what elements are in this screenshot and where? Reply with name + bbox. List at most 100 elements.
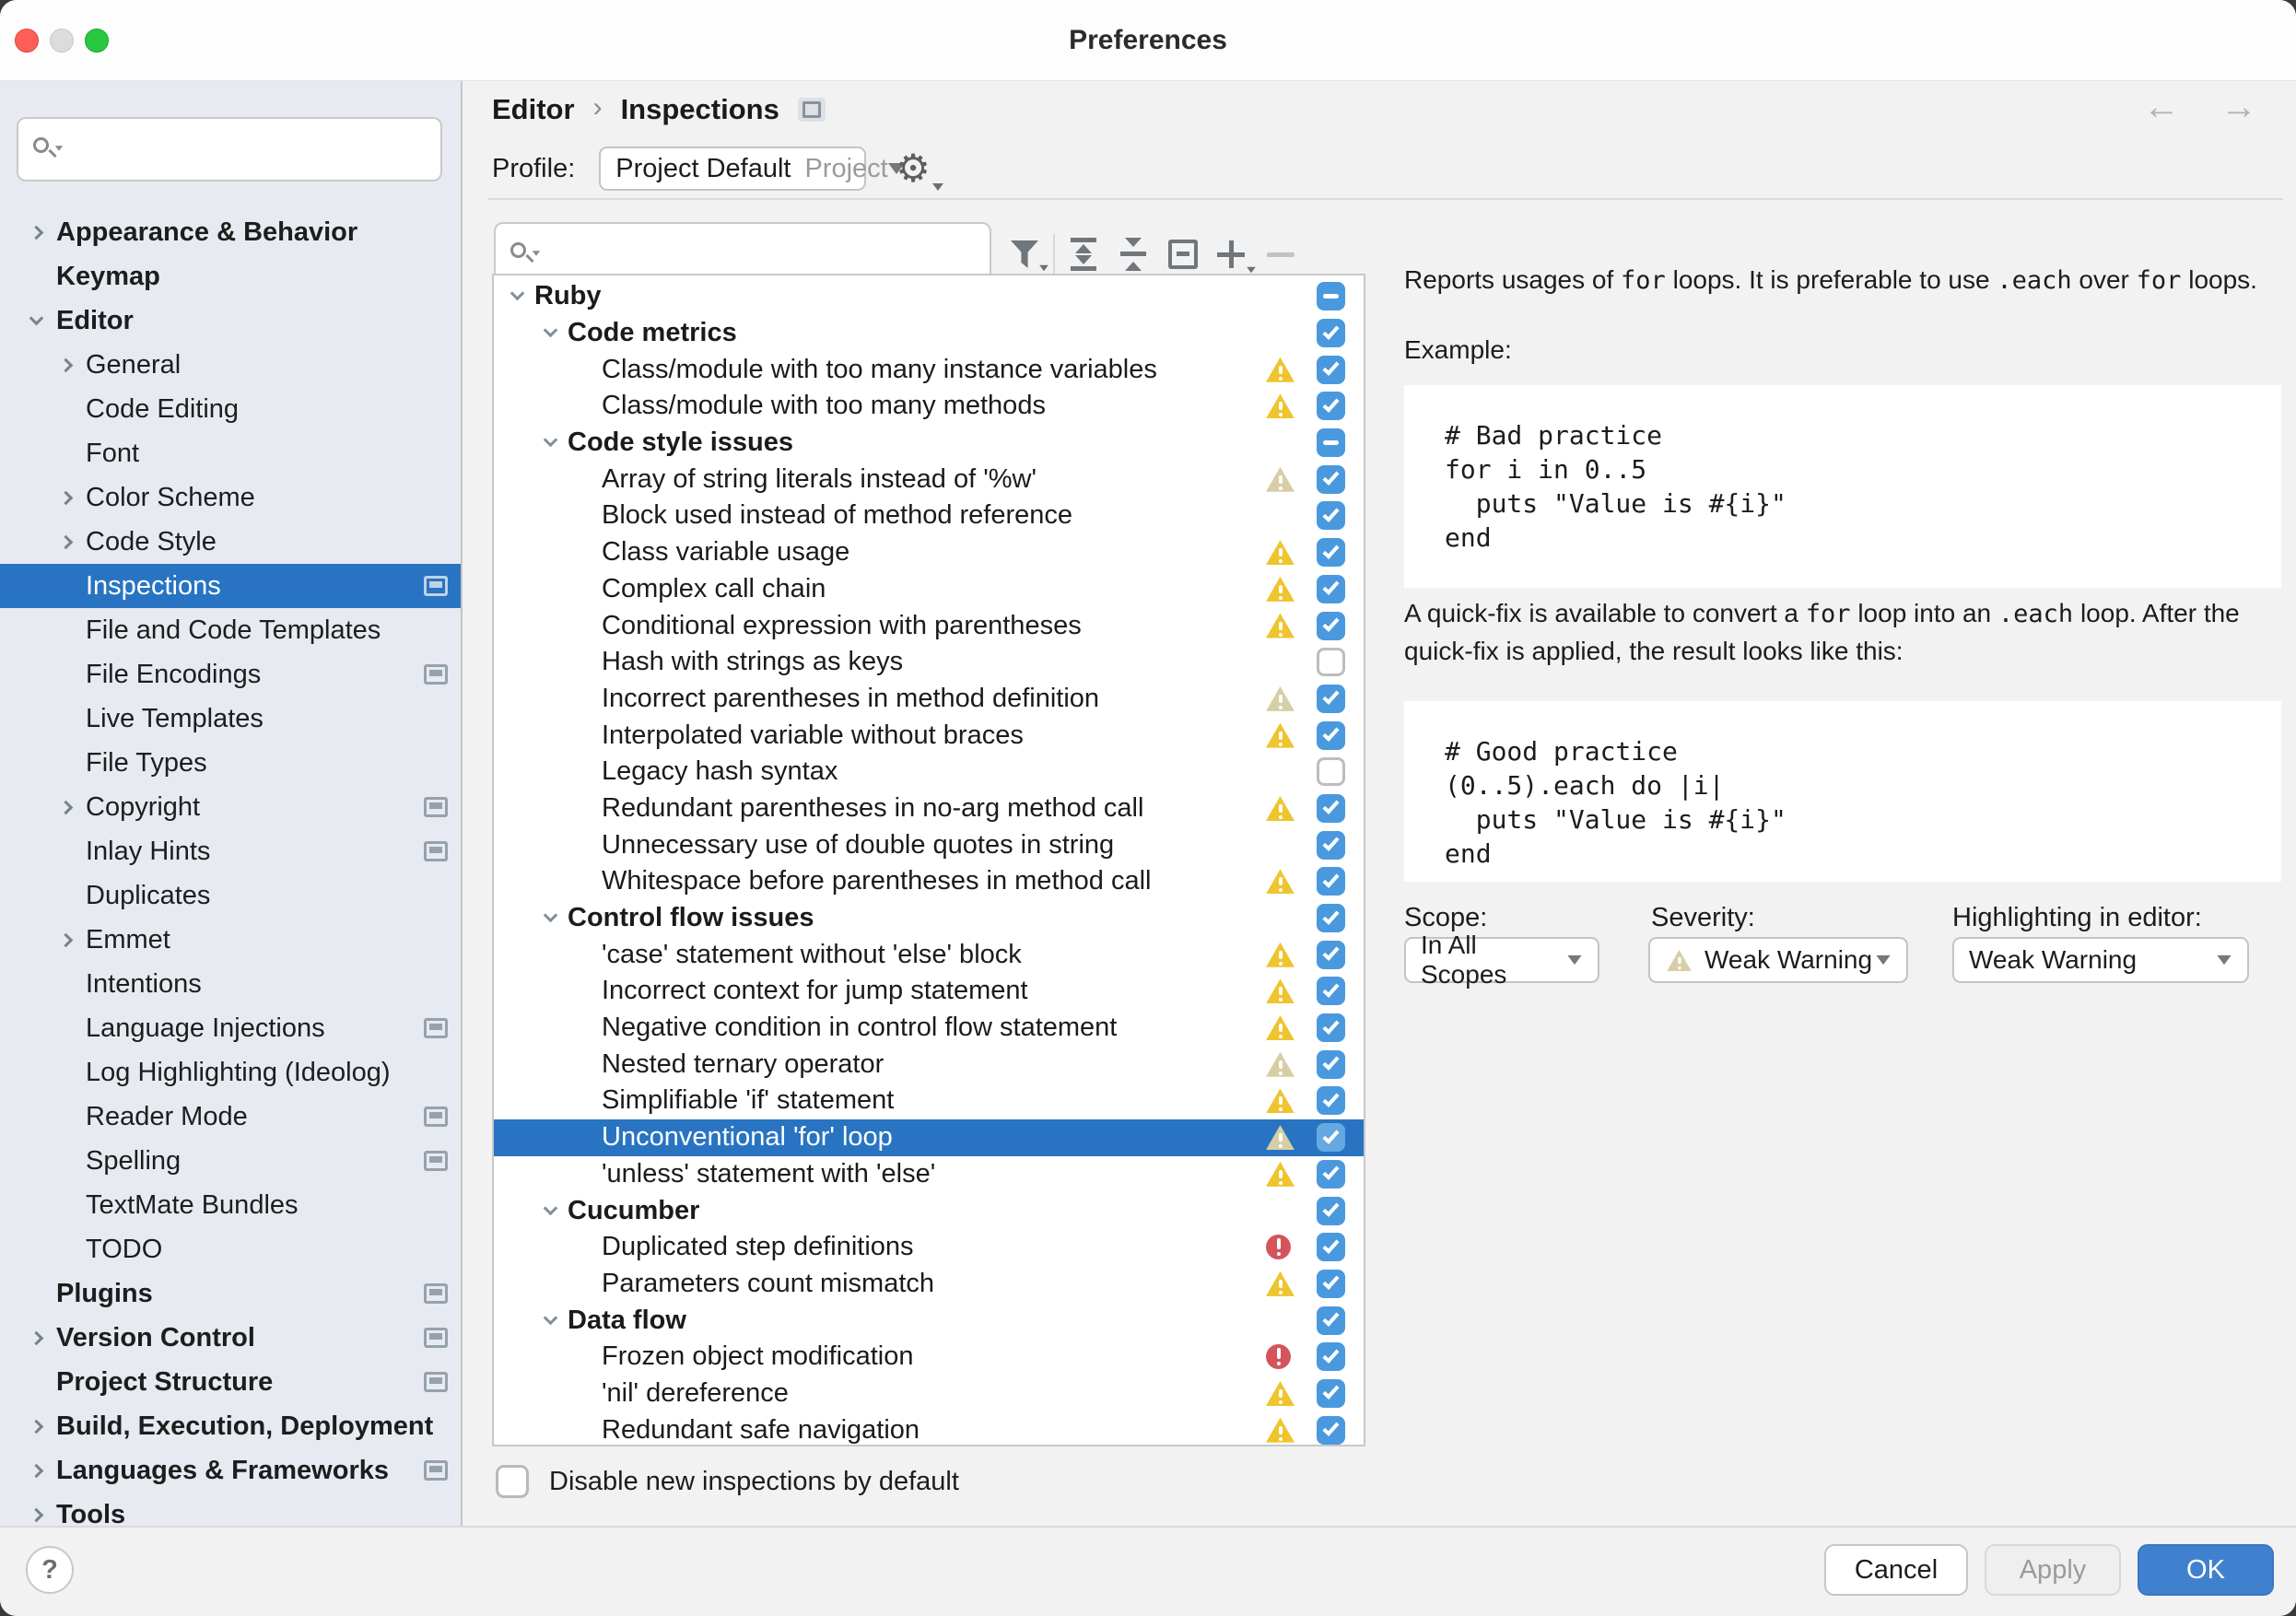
sidebar-item[interactable]: Log Highlighting (Ideolog)	[0, 1050, 461, 1095]
inspection-checkbox[interactable]	[1317, 356, 1345, 384]
inspection-row[interactable]: Unnecessary use of double quotes in stri…	[494, 826, 1364, 863]
inspection-checkbox[interactable]	[1317, 1233, 1345, 1261]
sidebar-item[interactable]: Languages & Frameworks	[0, 1448, 461, 1493]
sidebar-item[interactable]: Inlay Hints	[0, 829, 461, 873]
disable-new-inspections-checkbox[interactable]	[496, 1465, 529, 1498]
sidebar-item[interactable]: Code Editing	[0, 387, 461, 431]
inspection-row[interactable]: Parameters count mismatch	[494, 1266, 1364, 1303]
reset-inspection-icon[interactable]	[1163, 233, 1203, 275]
collapse-all-icon[interactable]	[1113, 233, 1154, 275]
inspection-checkbox[interactable]	[1317, 648, 1345, 676]
sidebar-item[interactable]: Language Injections	[0, 1006, 461, 1050]
back-arrow-icon[interactable]: ←	[2143, 87, 2180, 128]
inspection-row[interactable]: Conditional expression with parentheses	[494, 607, 1364, 644]
inspection-checkbox[interactable]	[1317, 1013, 1345, 1042]
inspection-row[interactable]: Hash with strings as keys	[494, 644, 1364, 681]
inspection-row[interactable]: Legacy hash syntax	[494, 754, 1364, 790]
sidebar-item[interactable]: Version Control	[0, 1316, 461, 1360]
inspection-row[interactable]: Unconventional 'for' loop	[494, 1119, 1364, 1156]
inspection-checkbox[interactable]	[1317, 282, 1345, 310]
severity-select[interactable]: Weak Warning	[1648, 937, 1908, 983]
inspection-checkbox[interactable]	[1317, 1306, 1345, 1335]
sidebar-item[interactable]: Keymap	[0, 254, 461, 299]
inspection-row[interactable]: Data flow	[494, 1302, 1364, 1339]
add-inspection-icon[interactable]	[1211, 233, 1251, 275]
inspection-checkbox[interactable]	[1317, 685, 1345, 713]
inspection-checkbox[interactable]	[1317, 941, 1345, 969]
sidebar-item[interactable]: Project Structure	[0, 1360, 461, 1404]
sidebar-item[interactable]: File Encodings	[0, 652, 461, 697]
inspection-checkbox[interactable]	[1317, 977, 1345, 1005]
inspection-row[interactable]: Ruby	[494, 278, 1364, 315]
sidebar-item[interactable]: Color Scheme	[0, 475, 461, 520]
inspection-row[interactable]: Frozen object modification	[494, 1339, 1364, 1376]
sidebar-item[interactable]: Code Style	[0, 520, 461, 564]
sidebar-item[interactable]: TextMate Bundles	[0, 1183, 461, 1227]
inspection-checkbox[interactable]	[1317, 575, 1345, 603]
inspection-row[interactable]: Cucumber	[494, 1192, 1364, 1229]
inspection-row[interactable]: Redundant parentheses in no-arg method c…	[494, 790, 1364, 827]
inspection-row[interactable]: 'nil' dereference	[494, 1376, 1364, 1412]
inspection-checkbox[interactable]	[1317, 392, 1345, 420]
inspection-checkbox[interactable]	[1317, 904, 1345, 932]
filter-icon[interactable]	[1004, 233, 1045, 275]
zoom-button[interactable]	[85, 29, 109, 53]
inspection-row[interactable]: Duplicated step definitions	[494, 1229, 1364, 1266]
inspection-checkbox[interactable]	[1317, 1379, 1345, 1408]
sidebar-item[interactable]: Copyright	[0, 785, 461, 829]
inspection-checkbox[interactable]	[1317, 1086, 1345, 1115]
inspection-checkbox[interactable]	[1317, 1123, 1345, 1152]
help-button[interactable]: ?	[26, 1546, 74, 1594]
inspection-checkbox[interactable]	[1317, 721, 1345, 750]
sidebar-item[interactable]: Reader Mode	[0, 1095, 461, 1139]
profile-select[interactable]: Project Default Project	[599, 146, 866, 191]
ok-button[interactable]: OK	[2138, 1544, 2274, 1596]
sidebar-search-input[interactable]	[17, 117, 442, 182]
cancel-button[interactable]: Cancel	[1824, 1544, 1968, 1596]
sidebar-item[interactable]: TODO	[0, 1227, 461, 1271]
inspection-row[interactable]: Block used instead of method reference	[494, 498, 1364, 534]
inspection-checkbox[interactable]	[1317, 794, 1345, 823]
inspection-row[interactable]: Nested ternary operator	[494, 1046, 1364, 1083]
inspection-row[interactable]: Incorrect parentheses in method definiti…	[494, 681, 1364, 718]
inspection-row[interactable]: 'case' statement without 'else' block	[494, 936, 1364, 973]
inspection-checkbox[interactable]	[1317, 757, 1345, 786]
inspection-row[interactable]: Simplifiable 'if' statement	[494, 1083, 1364, 1119]
scope-select[interactable]: In All Scopes	[1404, 937, 1599, 983]
inspection-row[interactable]: Incorrect context for jump statement	[494, 973, 1364, 1010]
inspection-checkbox[interactable]	[1317, 867, 1345, 896]
inspection-checkbox[interactable]	[1317, 319, 1345, 347]
profile-actions-button[interactable]: ⚙	[896, 145, 942, 193]
inspection-row[interactable]: Class variable usage	[494, 534, 1364, 571]
inspection-row[interactable]: 'unless' statement with 'else'	[494, 1156, 1364, 1193]
sidebar-item[interactable]: Build, Execution, Deployment	[0, 1404, 461, 1448]
sidebar-item[interactable]: Font	[0, 431, 461, 475]
sidebar-item[interactable]: Intentions	[0, 962, 461, 1006]
sidebar-item[interactable]: General	[0, 343, 461, 387]
inspection-row[interactable]: Code metrics	[494, 315, 1364, 352]
sidebar-item[interactable]: File and Code Templates	[0, 608, 461, 652]
sidebar-item[interactable]: Emmet	[0, 918, 461, 962]
inspection-row[interactable]: Code style issues	[494, 425, 1364, 462]
sidebar-item[interactable]: Appearance & Behavior	[0, 210, 461, 254]
inspection-checkbox[interactable]	[1317, 831, 1345, 860]
sidebar-item[interactable]: Inspections	[0, 564, 461, 608]
inspection-row[interactable]: Redundant safe navigation	[494, 1411, 1364, 1446]
inspection-checkbox[interactable]	[1317, 1050, 1345, 1079]
sidebar-item[interactable]: Editor	[0, 299, 461, 343]
inspection-row[interactable]: Whitespace before parentheses in method …	[494, 863, 1364, 900]
inspection-checkbox[interactable]	[1317, 1416, 1345, 1445]
inspection-checkbox[interactable]	[1317, 501, 1345, 530]
inspection-checkbox[interactable]	[1317, 538, 1345, 567]
close-button[interactable]	[15, 29, 39, 53]
sidebar-item[interactable]: Live Templates	[0, 697, 461, 741]
highlighting-select[interactable]: Weak Warning	[1952, 937, 2249, 983]
forward-arrow-icon[interactable]: →	[2220, 87, 2257, 128]
inspection-row[interactable]: Array of string literals instead of '%w'	[494, 461, 1364, 498]
sidebar-item[interactable]: File Types	[0, 741, 461, 785]
inspection-row[interactable]: Interpolated variable without braces	[494, 717, 1364, 754]
expand-all-icon[interactable]	[1063, 233, 1104, 275]
sidebar-item[interactable]: Spelling	[0, 1139, 461, 1183]
inspection-row[interactable]: Complex call chain	[494, 571, 1364, 608]
sidebar-item[interactable]: Plugins	[0, 1271, 461, 1316]
